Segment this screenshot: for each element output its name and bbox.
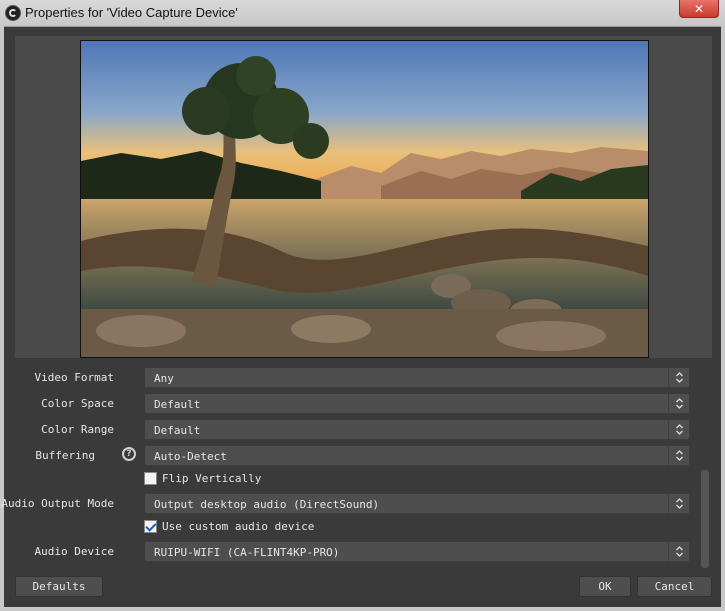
audio-output-mode-select[interactable]: Output desktop audio (DirectSound) bbox=[144, 493, 690, 514]
video-preview-image bbox=[80, 40, 649, 358]
color-range-row: Color Range Default bbox=[0, 419, 700, 441]
scrollbar-thumb[interactable] bbox=[701, 470, 709, 568]
audio-output-mode-row: Audio Output Mode Output desktop audio (… bbox=[0, 493, 700, 515]
buffering-value: Auto-Detect bbox=[154, 450, 227, 463]
color-range-label: Color Range bbox=[41, 423, 114, 436]
color-space-select[interactable]: Default bbox=[144, 393, 690, 414]
audio-device-select[interactable]: RUIPU-WIFI (CA-FLINT4KP-PRO) bbox=[144, 541, 690, 562]
close-button[interactable]: ✕ bbox=[679, 0, 719, 18]
color-range-value: Default bbox=[154, 424, 201, 437]
color-space-label: Color Space bbox=[41, 397, 114, 410]
video-format-row: Video Format Any bbox=[0, 367, 700, 389]
buffering-select[interactable]: Auto-Detect bbox=[144, 445, 690, 466]
video-format-select[interactable]: Any bbox=[144, 367, 690, 388]
video-format-label: Video Format bbox=[34, 371, 114, 384]
updown-chevron-icon bbox=[668, 494, 689, 513]
updown-chevron-icon bbox=[668, 446, 689, 465]
audio-device-value: RUIPU-WIFI (CA-FLINT4KP-PRO) bbox=[154, 546, 340, 559]
properties-scrollbar[interactable] bbox=[700, 470, 710, 568]
buffering-label: Buffering bbox=[35, 449, 95, 462]
color-range-select[interactable]: Default bbox=[144, 419, 690, 440]
color-space-row: Color Space Default bbox=[0, 393, 700, 415]
audio-output-mode-value: Output desktop audio (DirectSound) bbox=[154, 498, 380, 511]
color-space-value: Default bbox=[154, 398, 201, 411]
flip-vertically-label[interactable]: Flip Vertically bbox=[162, 472, 261, 485]
ok-button[interactable]: OK bbox=[579, 576, 631, 597]
flip-vertically-row: Flip Vertically bbox=[0, 471, 700, 487]
obs-app-icon bbox=[5, 5, 21, 21]
audio-device-row: Audio Device RUIPU-WIFI (CA-FLINT4KP-PRO… bbox=[0, 541, 700, 563]
window-titlebar[interactable]: Properties for 'Video Capture Device' ✕ bbox=[0, 0, 725, 27]
window-frame-right bbox=[721, 26, 725, 611]
video-format-value: Any bbox=[154, 372, 174, 385]
cancel-button[interactable]: Cancel bbox=[637, 576, 712, 597]
defaults-button[interactable]: Defaults bbox=[15, 576, 103, 597]
window-frame-bottom bbox=[0, 607, 725, 611]
custom-audio-label[interactable]: Use custom audio device bbox=[162, 520, 314, 533]
updown-chevron-icon bbox=[668, 368, 689, 387]
updown-chevron-icon bbox=[668, 542, 689, 561]
audio-output-mode-label: Audio Output Mode bbox=[1, 497, 114, 510]
buffering-row: Buffering ? Auto-Detect bbox=[0, 445, 700, 467]
window-title: Properties for 'Video Capture Device' bbox=[25, 5, 238, 20]
audio-device-label: Audio Device bbox=[34, 545, 114, 558]
flip-vertically-checkbox[interactable] bbox=[144, 472, 157, 485]
custom-audio-row: Use custom audio device bbox=[0, 519, 700, 535]
updown-chevron-icon bbox=[668, 394, 689, 413]
help-icon[interactable]: ? bbox=[122, 447, 136, 461]
custom-audio-checkbox[interactable] bbox=[144, 520, 157, 533]
updown-chevron-icon bbox=[668, 420, 689, 439]
